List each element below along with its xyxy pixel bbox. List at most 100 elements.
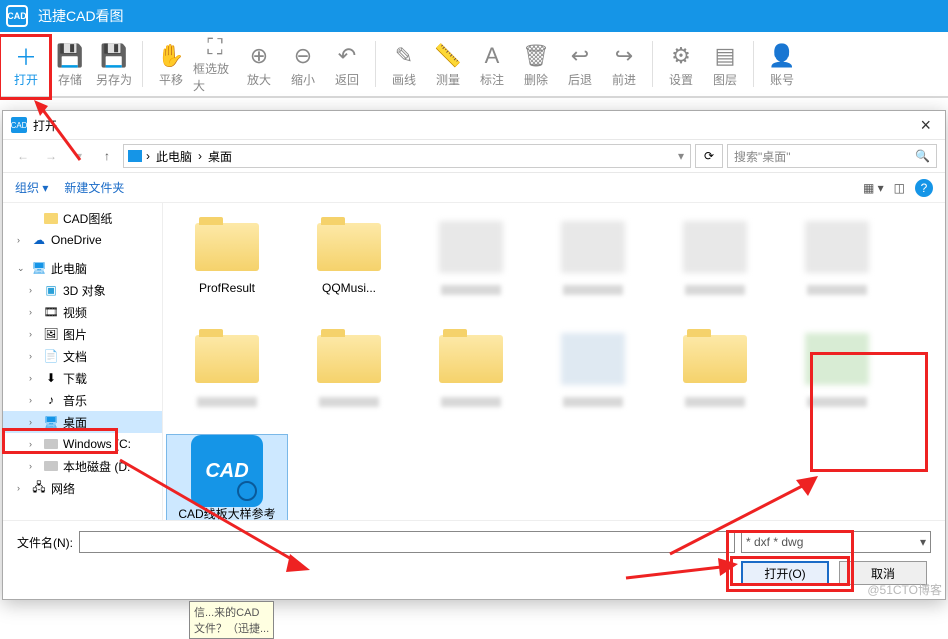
nav-up-button[interactable]: ↑: [95, 144, 119, 168]
zoom-window-button[interactable]: ⛶框选放大: [193, 35, 237, 93]
separator: [652, 41, 653, 87]
title-bar: CAD 迅捷CAD看图: [0, 0, 948, 32]
nav-recent-button[interactable]: ▾: [67, 144, 91, 168]
file-item-profresult[interactable]: ProfResult: [167, 211, 287, 321]
filename-label: 文件名(N):: [17, 534, 73, 551]
open-confirm-button[interactable]: 打开(O): [741, 561, 829, 585]
tree-videos[interactable]: ›🎞视频: [3, 301, 162, 323]
organize-menu[interactable]: 组织 ▾: [15, 179, 48, 196]
tree-music[interactable]: ›♪音乐: [3, 389, 162, 411]
view-mode-button[interactable]: ▦ ▾: [863, 181, 884, 195]
file-item[interactable]: [411, 211, 531, 321]
tree-windows-c[interactable]: ›Windows (C:: [3, 433, 162, 455]
tree-3d-objects[interactable]: ›▣3D 对象: [3, 279, 162, 301]
file-item[interactable]: [167, 323, 287, 433]
folder-tree: CAD图纸 ›☁OneDrive ⌄🖥此电脑 ›▣3D 对象 ›🎞视频 ›🖼图片…: [3, 203, 163, 520]
file-list: ProfResult QQMusi... CADCAD线板大样参考 信...来的…: [163, 203, 945, 520]
separator: [753, 41, 754, 87]
tree-cad-drawings[interactable]: CAD图纸: [3, 207, 162, 229]
undo-icon: ↩: [571, 41, 589, 71]
measure-button[interactable]: 📏测量: [426, 35, 470, 93]
breadcrumb-root[interactable]: 此电脑: [154, 148, 194, 165]
dialog-app-icon: CAD: [11, 117, 27, 133]
filetype-select[interactable]: * dxf * dwg▾: [741, 531, 931, 553]
filename-input[interactable]: [79, 531, 735, 553]
nav-bar: ← → ▾ ↑ › 此电脑 › 桌面 ▾ ⟳ 搜索"桌面" 🔍: [3, 139, 945, 173]
separator: [375, 41, 376, 87]
help-button[interactable]: ?: [915, 179, 933, 197]
dialog-bottom: 文件名(N): * dxf * dwg▾ 打开(O) 取消: [3, 520, 945, 599]
file-item[interactable]: [533, 323, 653, 433]
file-item[interactable]: [777, 211, 897, 321]
dialog-titlebar: CAD 打开 ×: [3, 111, 945, 139]
dialog-title: 打开: [33, 117, 57, 134]
saveas-button[interactable]: 💾另存为: [92, 35, 136, 93]
zoom-out-icon: ⊖: [294, 41, 312, 71]
file-item[interactable]: [777, 323, 897, 433]
layers-button[interactable]: ▤图层: [703, 35, 747, 93]
back-button[interactable]: ↶返回: [325, 35, 369, 93]
preview-pane-button[interactable]: ◫: [894, 181, 905, 195]
file-item[interactable]: [533, 211, 653, 321]
nav-forward-button[interactable]: →: [39, 144, 63, 168]
app-title: 迅捷CAD看图: [38, 6, 124, 26]
nav-back-button[interactable]: ←: [11, 144, 35, 168]
search-icon: 🔍: [915, 149, 930, 163]
layers-icon: ▤: [715, 41, 736, 71]
line-button[interactable]: ✎画线: [382, 35, 426, 93]
search-placeholder: 搜索"桌面": [734, 148, 791, 165]
gear-icon: ⚙: [671, 41, 691, 71]
delete-button[interactable]: 🗑删除: [514, 35, 558, 93]
zoom-out-button[interactable]: ⊖缩小: [281, 35, 325, 93]
text-icon: A: [485, 41, 500, 71]
plus-icon: ＋: [15, 41, 37, 71]
redo-icon: ↪: [615, 41, 633, 71]
tree-this-pc[interactable]: ⌄🖥此电脑: [3, 257, 162, 279]
tree-downloads[interactable]: ›⬇下载: [3, 367, 162, 389]
file-item[interactable]: [411, 323, 531, 433]
main-toolbar: ＋打开 💾存储 💾另存为 ✋平移 ⛶框选放大 ⊕放大 ⊖缩小 ↶返回 ✎画线 📏…: [0, 32, 948, 98]
tree-onedrive[interactable]: ›☁OneDrive: [3, 229, 162, 251]
saveas-icon: 💾: [100, 41, 127, 71]
settings-button[interactable]: ⚙设置: [659, 35, 703, 93]
watermark: @51CTO博客: [867, 581, 942, 598]
pan-button[interactable]: ✋平移: [149, 35, 193, 93]
save-button[interactable]: 💾存储: [48, 35, 92, 93]
open-button[interactable]: ＋打开: [4, 35, 48, 93]
zoom-in-button[interactable]: ⊕放大: [237, 35, 281, 93]
file-item[interactable]: [289, 323, 409, 433]
breadcrumb[interactable]: › 此电脑 › 桌面 ▾: [123, 144, 691, 168]
trash-icon: 🗑: [522, 41, 550, 71]
zoom-window-icon: ⛶: [207, 34, 222, 60]
file-item-qqmusic[interactable]: QQMusi...: [289, 211, 409, 321]
save-icon: 💾: [56, 41, 83, 71]
pc-icon: [128, 150, 142, 162]
tree-local-d[interactable]: ›本地磁盘 (D:: [3, 455, 162, 477]
redo-button[interactable]: ↪前进: [602, 35, 646, 93]
annotate-button[interactable]: A标注: [470, 35, 514, 93]
app-icon: CAD: [6, 5, 28, 27]
file-open-dialog: CAD 打开 × ← → ▾ ↑ › 此电脑 › 桌面 ▾ ⟳ 搜索"桌面" 🔍…: [2, 110, 946, 600]
dialog-toolbar: 组织 ▾ 新建文件夹 ▦ ▾ ◫ ?: [3, 173, 945, 203]
file-item[interactable]: [655, 211, 775, 321]
tree-desktop[interactable]: ›🖥桌面: [3, 411, 162, 433]
hand-icon: ✋: [157, 41, 184, 71]
close-button[interactable]: ×: [914, 115, 937, 136]
undo-button[interactable]: ↩后退: [558, 35, 602, 93]
refresh-button[interactable]: ⟳: [695, 144, 723, 168]
pencil-icon: ✎: [395, 41, 413, 71]
back-icon: ↶: [338, 41, 356, 71]
file-item-cad-selected[interactable]: CADCAD线板大样参考: [167, 435, 287, 520]
ruler-icon: 📏: [434, 41, 461, 71]
search-input[interactable]: 搜索"桌面" 🔍: [727, 144, 937, 168]
zoom-in-icon: ⊕: [250, 41, 268, 71]
account-button[interactable]: 👤账号: [760, 35, 804, 93]
tree-network[interactable]: ›🖧网络: [3, 477, 162, 499]
breadcrumb-current[interactable]: 桌面: [206, 148, 234, 165]
tree-pictures[interactable]: ›🖼图片: [3, 323, 162, 345]
file-item[interactable]: [655, 323, 775, 433]
tree-documents[interactable]: ›📄文档: [3, 345, 162, 367]
separator: [142, 41, 143, 87]
user-icon: 👤: [768, 41, 795, 71]
new-folder-button[interactable]: 新建文件夹: [64, 179, 124, 196]
